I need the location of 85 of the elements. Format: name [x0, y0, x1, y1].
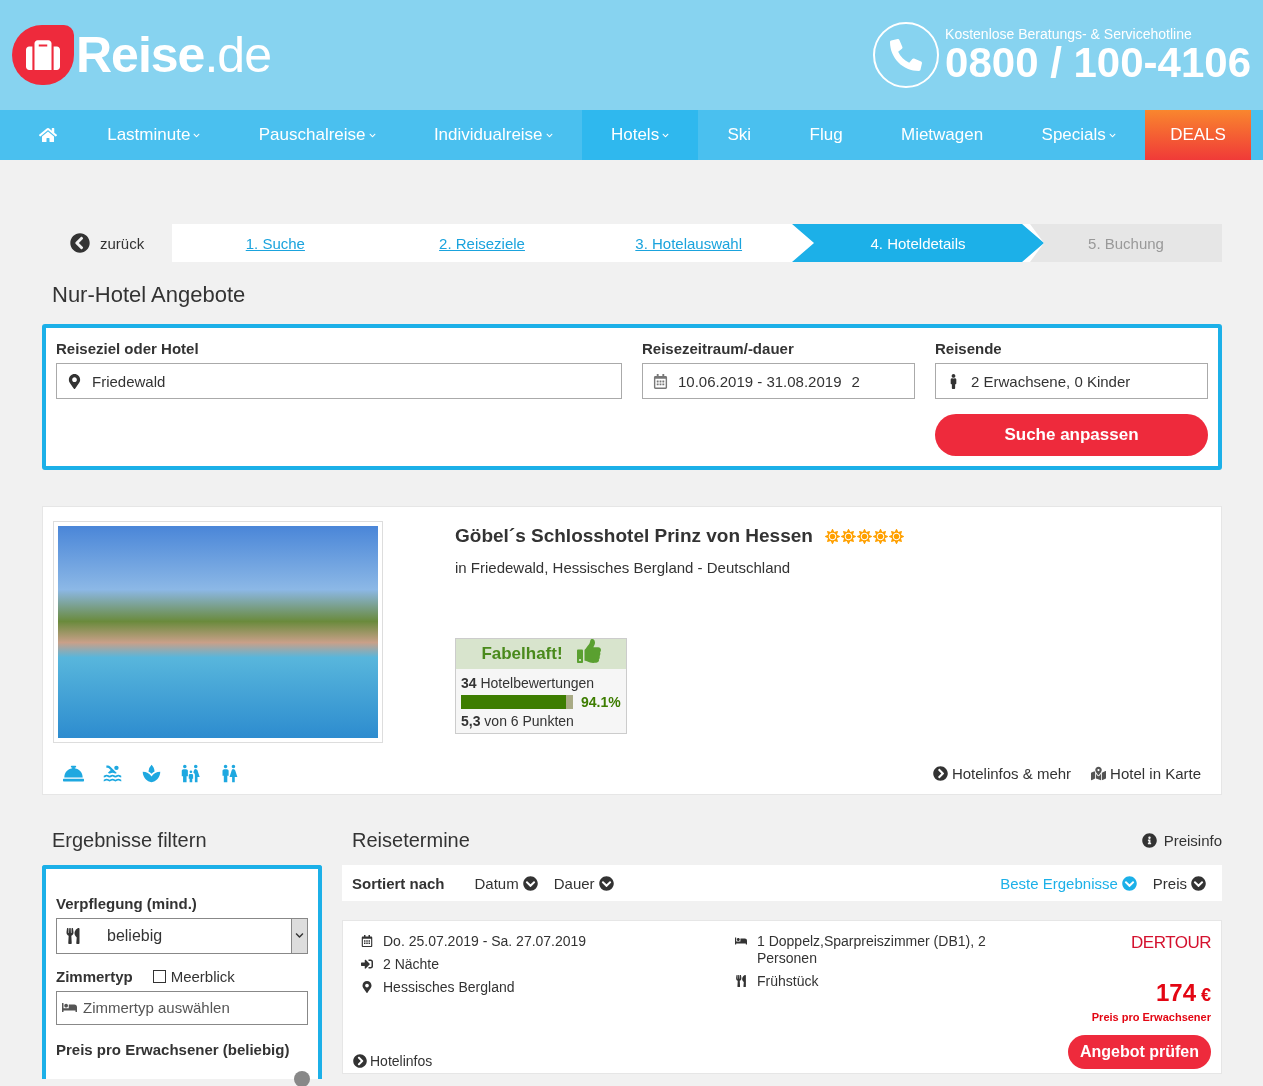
- bed-icon: [735, 935, 747, 947]
- map-icon: [1091, 766, 1107, 781]
- progress-step[interactable]: 1. Suche: [172, 224, 379, 262]
- spa-icon: [141, 763, 162, 784]
- chevron-left-icon: [70, 233, 90, 253]
- room-type-field[interactable]: Zimmertyp auswählen: [56, 990, 308, 1025]
- location-pin-icon: [361, 981, 373, 993]
- page-title: Nur-Hotel Angebote: [52, 282, 247, 308]
- phone-icon: [873, 22, 940, 88]
- chevron-down-icon: [1191, 875, 1206, 891]
- rating-score: 5,3 von 6 Punkten: [461, 713, 575, 729]
- duration-value: 2: [851, 372, 860, 390]
- field-label: Preis pro Erwachsener (beliebig): [56, 1041, 290, 1058]
- sort-label: Sortiert nach: [352, 874, 445, 892]
- filter-title: Ergebnisse filtern: [52, 828, 207, 852]
- hotel-name: Göbel´s Schlosshotel Prinz von Hessen: [455, 525, 813, 547]
- date-range-value: 10.06.2019 - 31.08.2019: [678, 372, 842, 390]
- price-note: Preis pro Erwachsener: [1091, 1011, 1211, 1023]
- chevron-down-icon: [295, 931, 304, 941]
- back-link[interactable]: zurück: [42, 224, 172, 262]
- chevron-down-icon: [598, 875, 614, 891]
- field-label: Zimmertyp: [56, 967, 133, 985]
- offer-room: 1 Doppelz,Sparpreiszimmer (DB1), 2 Personen: [757, 933, 987, 967]
- logo-text: Reise.de: [76, 26, 271, 84]
- chevron-right-icon: [353, 1054, 367, 1068]
- field-label: Verpflegung (mind.): [56, 895, 198, 912]
- sort-option[interactable]: Preis: [1152, 874, 1206, 892]
- sun-star-icon: [856, 528, 872, 544]
- results-title: Reisetermine: [352, 828, 470, 852]
- thumbs-up-icon: [576, 639, 601, 663]
- sun-star-icon: [824, 528, 840, 544]
- offer-dates: Do. 25.07.2019 - Sa. 27.07.2019: [383, 933, 587, 950]
- field-label: Reiseziel oder Hotel: [56, 340, 200, 357]
- travellers-field[interactable]: 2 Erwachsene, 0 Kinder: [935, 363, 1208, 399]
- board-select[interactable]: beliebig: [56, 918, 308, 954]
- offer-region: Hessisches Bergland: [383, 979, 515, 996]
- service-bell-icon: [63, 763, 84, 784]
- rating-percent: 94.1%: [581, 694, 621, 710]
- sort-option[interactable]: Dauer: [553, 874, 614, 892]
- sun-star-icon: [840, 528, 856, 544]
- date-range-field[interactable]: 10.06.2019 - 31.08.2019 2: [642, 363, 915, 399]
- chevron-down-icon: [1121, 875, 1137, 891]
- family-icon: [180, 763, 201, 784]
- hotline-number: 0800 / 100-4106: [945, 42, 1251, 84]
- chevron-down-icon: [522, 875, 538, 891]
- progress-step[interactable]: 3. Hotelauswahl: [585, 224, 792, 262]
- operator-logo: DERTOUR: [1131, 933, 1211, 953]
- location-pin-icon: [67, 373, 82, 389]
- price-amount: 174: [1155, 979, 1196, 1007]
- offer-nights: 2 Nächte: [383, 956, 440, 973]
- nav-item[interactable]: DEALS: [1145, 110, 1251, 160]
- info-icon: [1141, 832, 1157, 848]
- cutlery-icon: [735, 975, 747, 987]
- calendar-icon: [653, 373, 668, 389]
- check-offer-button[interactable]: Angebot prüfen: [1067, 1035, 1211, 1069]
- sort-option[interactable]: Beste Ergebnisse: [1000, 874, 1137, 892]
- price-currency: €: [1201, 985, 1211, 1006]
- sun-star-icon: [872, 528, 888, 544]
- field-label: Reisezeitraum/-dauer: [642, 340, 795, 357]
- field-label: Reisende: [935, 340, 1003, 357]
- search-button[interactable]: Suche anpassen: [935, 414, 1208, 456]
- progress-step[interactable]: 2. Reiseziele: [378, 224, 586, 262]
- chevron-right-icon: [932, 766, 948, 781]
- sort-option[interactable]: Datum: [474, 874, 538, 892]
- progress-step[interactable]: 5. Buchung: [1030, 224, 1222, 262]
- destination-field[interactable]: Friedewald: [56, 363, 622, 399]
- review-count: 34 Hotelbewertungen: [461, 675, 596, 691]
- nav-item[interactable]: Hotels: [581, 110, 699, 160]
- cutlery-icon: [65, 927, 81, 944]
- arrow-in-icon: [361, 958, 373, 970]
- suitcase-icon: [26, 38, 60, 72]
- price-info-link[interactable]: Preisinfo: [1141, 831, 1222, 849]
- swimmer-icon: [102, 763, 123, 784]
- progress-step[interactable]: 4. Hoteldetails: [792, 224, 1044, 262]
- hotel-link[interactable]: Hotelinfos & mehr: [932, 765, 1072, 782]
- sea-view-checkbox[interactable]: Meerblick: [152, 967, 235, 985]
- calendar-icon: [361, 935, 373, 947]
- hotel-location: in Friedewald, Hessisches Bergland - Deutschland: [455, 559, 792, 576]
- hotel-link[interactable]: Hotel in Karte: [1091, 765, 1201, 782]
- rating-verdict: Fabelhaft!: [481, 644, 563, 664]
- sun-star-icon: [888, 528, 904, 544]
- slider-handle[interactable]: [294, 1071, 310, 1086]
- hotline-label: Kostenlose Beratungs- & Servicehotline: [945, 26, 1193, 42]
- hotel-info-link[interactable]: Hotelinfos: [353, 1053, 727, 1069]
- offer-board: Frühstück: [757, 973, 819, 990]
